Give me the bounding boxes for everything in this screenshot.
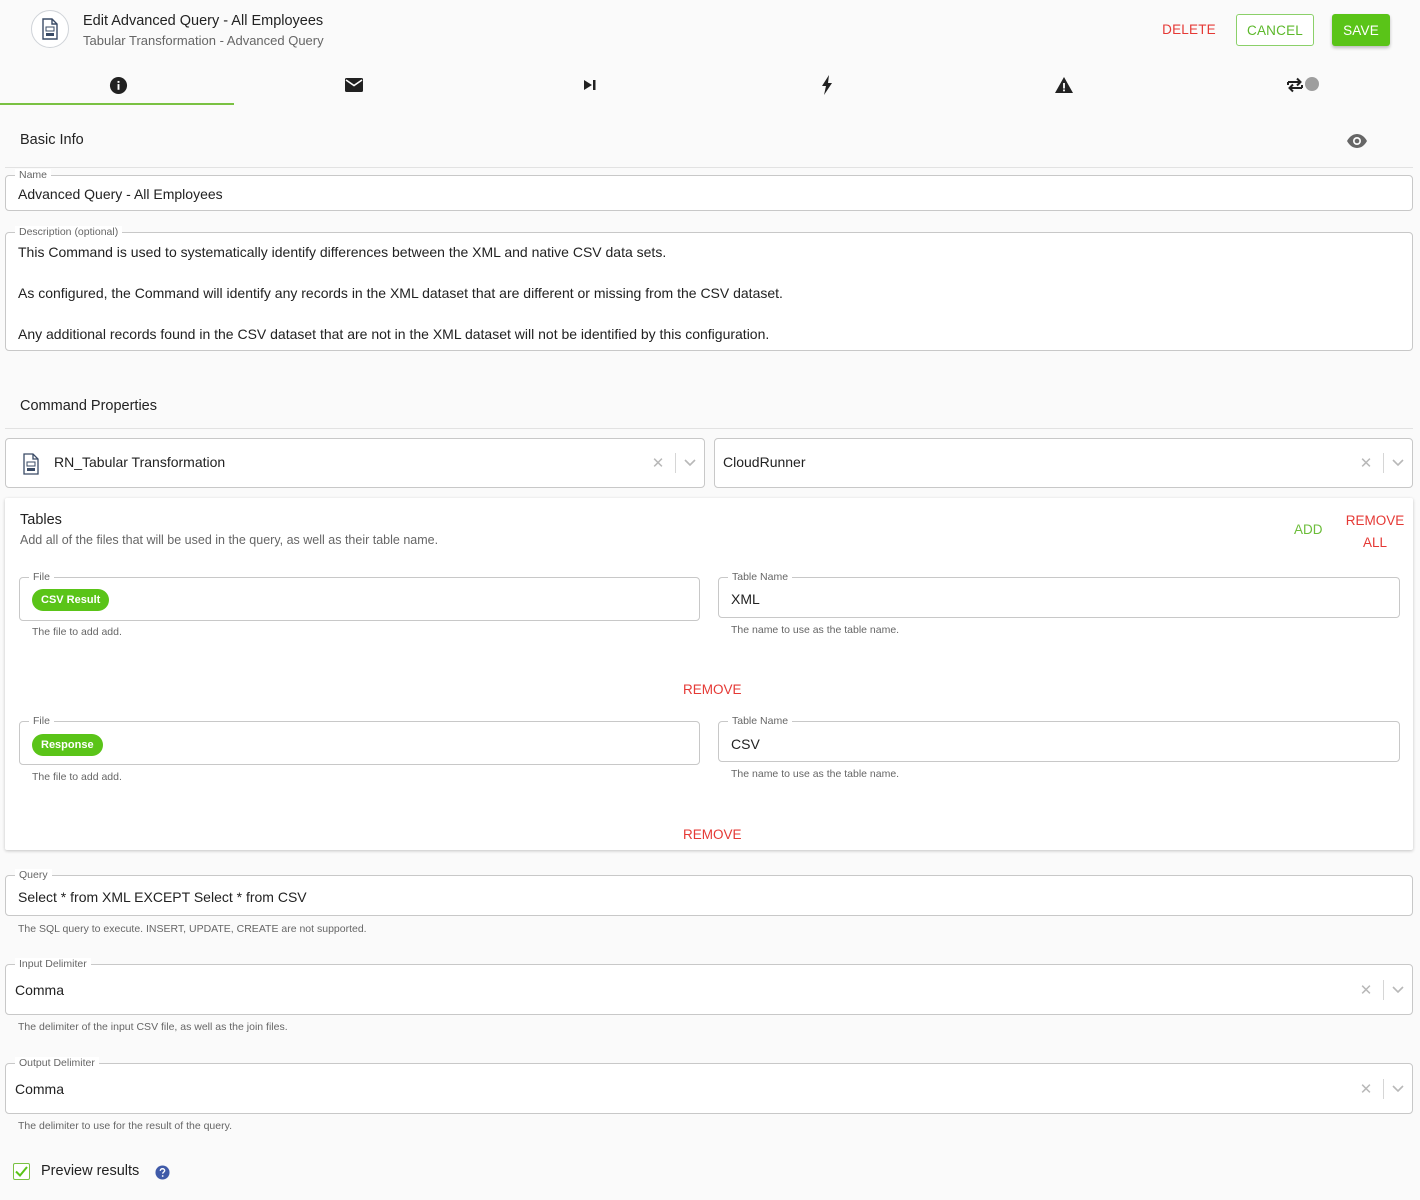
query-label: Query xyxy=(15,869,52,881)
file-label: File xyxy=(29,571,54,583)
table-name-field[interactable]: Table Name XML xyxy=(718,571,1400,618)
input-delimiter-label: Input Delimiter xyxy=(15,958,91,970)
output-delimiter-helper: The delimiter to use for the result of t… xyxy=(18,1120,232,1132)
name-field[interactable]: Name Advanced Query - All Employees xyxy=(5,169,1413,211)
select-separator xyxy=(1383,453,1384,473)
description-line: As configured, the Command will identify… xyxy=(18,285,783,301)
select-separator xyxy=(1383,1078,1384,1099)
file-field[interactable]: File Response xyxy=(19,715,700,765)
file-chip[interactable]: Response xyxy=(32,734,103,756)
basic-info-title: Basic Info xyxy=(20,132,84,148)
file-helper: The file to add add. xyxy=(32,771,122,783)
runner-value: CloudRunner xyxy=(723,454,806,470)
document-icon xyxy=(42,18,58,40)
repeat-toggle-icon xyxy=(1287,77,1319,93)
tab-notifications[interactable] xyxy=(236,64,472,106)
chevron-down-icon[interactable] xyxy=(1392,985,1404,994)
input-delimiter-helper: The delimiter of the input CSV file, as … xyxy=(18,1021,288,1033)
table-name-field[interactable]: Table Name CSV xyxy=(718,715,1400,762)
file-label: File xyxy=(29,715,54,727)
add-table-button[interactable]: ADD xyxy=(1294,522,1323,537)
clear-icon[interactable]: ✕ xyxy=(1355,1080,1377,1098)
clear-icon[interactable]: ✕ xyxy=(647,454,669,472)
command-properties-title: Command Properties xyxy=(20,398,157,414)
name-value: Advanced Query - All Employees xyxy=(18,186,223,202)
info-icon xyxy=(109,76,127,94)
name-label: Name xyxy=(15,169,52,181)
file-helper: The file to add add. xyxy=(32,626,122,638)
output-delimiter-label: Output Delimiter xyxy=(15,1057,99,1069)
section-divider xyxy=(5,428,1413,429)
file-chip[interactable]: CSV Result xyxy=(32,589,110,611)
table-name-label: Table Name xyxy=(728,571,793,583)
remove-table-button[interactable]: REMOVE xyxy=(683,827,742,842)
save-button[interactable]: SAVE xyxy=(1332,14,1390,46)
tab-events[interactable] xyxy=(709,64,945,106)
page-title: Edit Advanced Query - All Employees xyxy=(83,13,324,29)
remove-all-label: REMOVE xyxy=(1345,513,1405,528)
tables-subtitle: Add all of the files that will be used i… xyxy=(20,533,439,547)
section-divider xyxy=(5,167,1413,168)
connector-value: RN_Tabular Transformation xyxy=(54,454,226,470)
input-delimiter-value: Comma xyxy=(15,982,65,998)
cancel-button[interactable]: CANCEL xyxy=(1236,14,1314,46)
remove-all-button[interactable]: REMOVE ALL xyxy=(1344,510,1406,554)
help-icon[interactable] xyxy=(155,1165,170,1180)
query-field[interactable]: Query Select * from XML EXCEPT Select * … xyxy=(5,869,1413,916)
flash-icon xyxy=(822,75,832,95)
active-tab-indicator xyxy=(0,103,234,105)
table-name-helper: The name to use as the table name. xyxy=(731,624,900,636)
query-value: Select * from XML EXCEPT Select * from C… xyxy=(18,889,307,905)
mail-icon xyxy=(345,78,363,92)
warning-icon xyxy=(1055,77,1073,93)
connector-select[interactable]: RN_Tabular Transformation ✕ xyxy=(5,438,705,488)
tab-info[interactable] xyxy=(0,64,236,106)
output-delimiter-select[interactable]: Output Delimiter Comma ✕ xyxy=(5,1057,1413,1114)
remove-table-button[interactable]: REMOVE xyxy=(683,682,742,697)
description-label: Description (optional) xyxy=(15,226,123,238)
remove-all-label: ALL xyxy=(1362,535,1388,550)
runner-select[interactable]: CloudRunner ✕ xyxy=(714,438,1413,488)
page-subtitle: Tabular Transformation - Advanced Query xyxy=(83,33,324,48)
description-line: Any additional records found in the CSV … xyxy=(18,326,770,342)
delete-button[interactable]: DELETE xyxy=(1158,16,1220,42)
eye-icon[interactable] xyxy=(1346,133,1368,149)
chevron-down-icon[interactable] xyxy=(1392,1084,1404,1093)
tab-errors[interactable] xyxy=(946,64,1182,106)
file-field[interactable]: File CSV Result xyxy=(19,571,700,621)
command-logo xyxy=(31,10,69,48)
select-separator xyxy=(1383,979,1384,1000)
check-icon xyxy=(15,1166,28,1177)
document-icon xyxy=(23,453,39,475)
clear-icon[interactable]: ✕ xyxy=(1355,981,1377,999)
output-delimiter-value: Comma xyxy=(15,1081,65,1097)
chevron-down-icon[interactable] xyxy=(1392,459,1404,467)
description-field[interactable]: Description (optional) This Command is u… xyxy=(5,226,1413,351)
preview-label[interactable]: Preview results xyxy=(41,1163,139,1179)
table-name-helper: The name to use as the table name. xyxy=(731,768,900,780)
tables-card: Tables Add all of the files that will be… xyxy=(5,498,1413,850)
preview-checkbox[interactable] xyxy=(13,1163,30,1180)
table-name-value: CSV xyxy=(731,736,760,752)
clear-icon[interactable]: ✕ xyxy=(1355,454,1377,472)
table-name-label: Table Name xyxy=(728,715,793,727)
chevron-down-icon[interactable] xyxy=(684,459,696,467)
input-delimiter-select[interactable]: Input Delimiter Comma ✕ xyxy=(5,958,1413,1015)
query-helper: The SQL query to execute. INSERT, UPDATE… xyxy=(18,923,367,935)
select-separator xyxy=(675,453,676,473)
tab-repeat[interactable] xyxy=(1184,64,1420,106)
description-line: This Command is used to systematically i… xyxy=(18,244,667,260)
tables-title: Tables xyxy=(20,512,62,528)
tab-next[interactable] xyxy=(472,64,708,106)
table-name-value: XML xyxy=(731,591,760,607)
skip-next-icon xyxy=(584,80,596,90)
